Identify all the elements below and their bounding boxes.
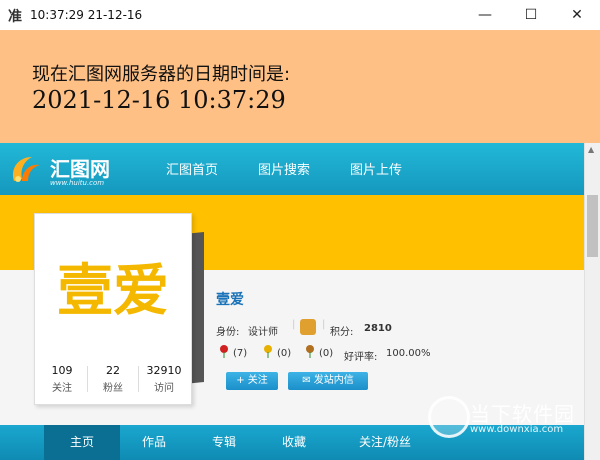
site-nav-bar: 汇图网 www.huitu.com 汇图首页 图片搜索 图片上传 — [0, 143, 584, 195]
nav-image-upload[interactable]: 图片上传 — [350, 159, 402, 178]
divider: | — [322, 319, 326, 330]
avatar-image: 壹爱 — [57, 259, 169, 324]
tab-favorites[interactable]: 收藏 — [262, 425, 326, 460]
rating-label: 好评率: — [344, 352, 378, 363]
level-badge-icon — [300, 319, 316, 335]
watermark: 当下软件园 www.downxia.com — [428, 396, 598, 460]
app-icon: 准 — [8, 9, 22, 25]
window-title: 10:37:29 21-12-16 — [30, 8, 143, 22]
profile-card: 壹爱 109 关注 22 粉丝 32910 访问 — [34, 213, 192, 405]
stat-following[interactable]: 109 关注 — [37, 364, 87, 394]
stat-visits[interactable]: 32910 访问 — [139, 364, 189, 394]
user-name[interactable]: 壹爱 — [216, 289, 244, 309]
identity-label: 身份: — [216, 327, 240, 338]
stat-fans-count: 22 — [106, 364, 120, 377]
stat-visits-count: 32910 — [146, 364, 182, 377]
watermark-logo-icon — [428, 396, 470, 438]
stat-fans-label: 粉丝 — [103, 383, 123, 394]
scrollbar-thumb[interactable] — [587, 195, 598, 257]
divider: | — [292, 319, 296, 330]
site-logo[interactable]: 汇图网 www.huitu.com — [8, 145, 128, 191]
message-button[interactable]: ✉ 发站内信 — [288, 372, 368, 390]
logo-url: www.huitu.com — [50, 179, 105, 187]
red-flower-count: (7) — [233, 348, 248, 359]
wilted-flower-count: (0) — [319, 348, 334, 359]
stat-following-count: 109 — [51, 364, 73, 377]
red-flower-icon — [220, 345, 228, 358]
logo-swirl-icon — [12, 157, 40, 182]
points-value: 2810 — [364, 323, 392, 334]
stat-following-label: 关注 — [52, 383, 72, 394]
watermark-text: 当下软件园 — [470, 402, 575, 426]
rating-value: 100.00% — [386, 348, 431, 359]
yellow-flower-icon — [264, 345, 272, 358]
yellow-flower-count: (0) — [277, 348, 292, 359]
watermark-url: www.downxia.com — [470, 424, 564, 435]
tab-albums[interactable]: 专辑 — [192, 425, 256, 460]
stat-fans[interactable]: 22 粉丝 — [88, 364, 138, 394]
server-time-panel: 现在汇图网服务器的日期时间是: 2021-12-16 10:37:29 — [0, 30, 600, 143]
nav-home[interactable]: 汇图首页 — [166, 159, 218, 178]
title-bar: 准 10:37:29 21-12-16 — ☐ ✕ — [0, 0, 600, 30]
tab-home[interactable]: 主页 — [44, 425, 120, 460]
server-time-label: 现在汇图网服务器的日期时间是: — [32, 64, 291, 85]
nav-image-search[interactable]: 图片搜索 — [258, 159, 310, 178]
wilted-flower-icon — [306, 345, 314, 358]
tab-following-fans[interactable]: 关注/粉丝 — [340, 425, 430, 460]
identity-value: 设计师 — [248, 327, 278, 338]
points-label: 积分: — [330, 327, 354, 338]
avatar[interactable]: 壹爱 — [43, 222, 183, 359]
mail-icon: ✉ — [302, 375, 311, 386]
maximize-button[interactable]: ☐ — [508, 0, 554, 30]
stat-visits-label: 访问 — [154, 383, 174, 394]
logo-text: 汇图网 — [50, 157, 110, 181]
message-button-label: 发站内信 — [313, 375, 354, 386]
tab-works[interactable]: 作品 — [122, 425, 186, 460]
close-button[interactable]: ✕ — [554, 0, 600, 30]
server-datetime: 2021-12-16 10:37:29 — [32, 86, 286, 114]
scroll-up-icon[interactable]: ▲ — [588, 145, 594, 154]
minimize-button[interactable]: — — [462, 0, 508, 30]
follow-button[interactable]: + 关注 — [226, 372, 278, 390]
avatar-text: 壹爱 — [57, 259, 169, 324]
